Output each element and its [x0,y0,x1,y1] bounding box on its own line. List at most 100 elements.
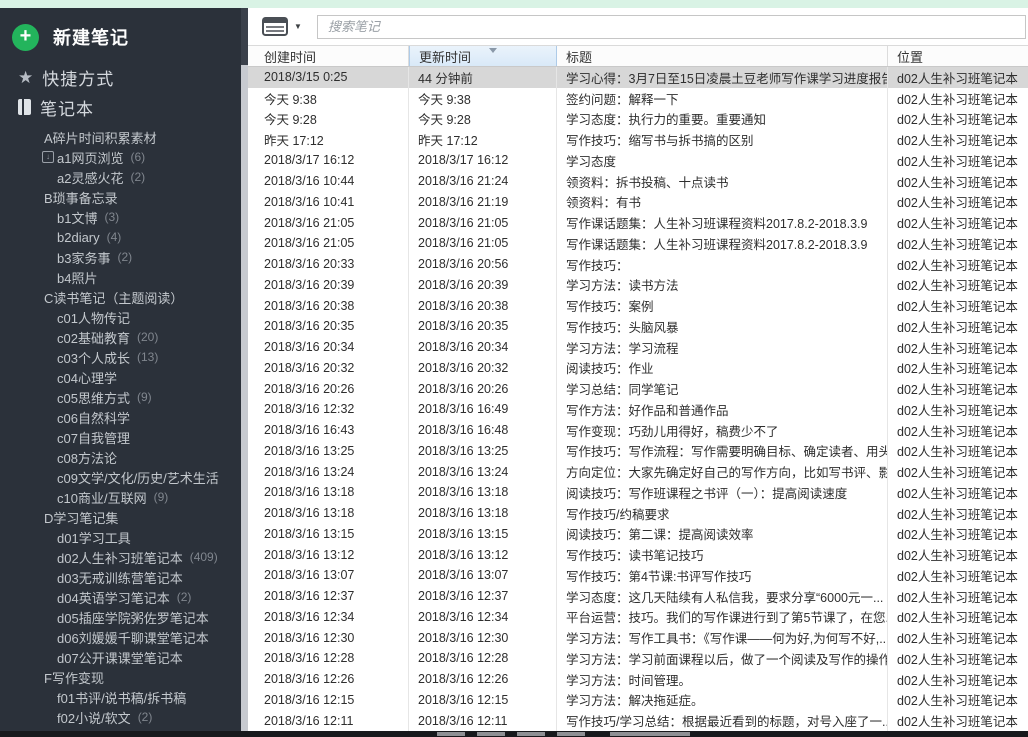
note-row[interactable]: 2018/3/16 12:11 2018/3/16 12:11 写作技巧/学习总… [248,710,1028,731]
sidebar-notebook-item[interactable]: ↓ c02基础教育 (20) [0,327,248,347]
sidebar-notebook-item[interactable]: ↓ f02小说/软文 (2) [0,707,248,727]
note-row[interactable]: 2018/3/16 13:07 2018/3/16 13:07 写作技巧：第4节… [248,565,1028,586]
created-cell: 2018/3/16 12:32 [248,399,409,420]
notebook-tree: ↓ A碎片时间积累素材 ↓ a1网页浏览 (6) ↓ a2灵感火花 (2) ↓ … [0,127,248,731]
sidebar-notebook-item[interactable]: ↓ d06刘媛媛千聊课堂笔记本 [0,627,248,647]
updated-cell: 2018/3/16 20:56 [409,253,557,275]
note-row[interactable]: 2018/3/16 21:05 2018/3/16 21:05 写作课话题集：人… [248,212,1028,233]
sidebar-notebook-item[interactable]: ↓ B琐事备忘录 [0,187,248,207]
title-cell: 写作技巧：写作流程：写作需要明确目标、确定读者、用头... [557,440,888,462]
column-header[interactable]: 标题 [557,46,888,66]
note-row[interactable]: 2018/3/16 20:26 2018/3/16 20:26 学习总结：同学笔… [248,378,1028,399]
title-cell: 学习心得：3月7日至15日凌晨土豆老师写作课学习进度报告 [557,67,888,88]
created-cell: 2018/3/16 13:24 [248,461,409,482]
view-switcher-button[interactable]: ▼ [262,17,302,36]
note-list-panel: ▼ 创建时间 更新时间 标题 位置 2018/3/15 0:25 44 分钟前 … [248,8,1028,731]
sidebar-notebook-item[interactable]: ↓ a1网页浏览 (6) [0,147,248,167]
note-row[interactable]: 2018/3/17 16:12 2018/3/17 16:12 学习态度 d02… [248,150,1028,171]
column-header[interactable]: 创建时间 [248,46,409,66]
notebook-label: b4照片 [57,270,98,286]
sidebar-notebook-item[interactable]: ↓ c10商业/互联网 (9) [0,487,248,507]
created-cell: 昨天 17:12 [248,129,409,150]
note-row[interactable]: 2018/3/16 20:35 2018/3/16 20:35 写作技巧：头脑风… [248,316,1028,337]
sidebar-notebook-item[interactable]: ↓ c01人物传记 [0,307,248,327]
sidebar-notebook-item[interactable]: ↓ c08方法论 [0,447,248,467]
sidebar-notebook-item[interactable]: ↓ d01学习工具 [0,527,248,547]
note-row[interactable]: 2018/3/16 12:34 2018/3/16 12:34 平台运营：技巧。… [248,606,1028,628]
note-row[interactable]: 2018/3/16 12:28 2018/3/16 12:28 学习方法：学习前… [248,648,1028,669]
sidebar-notebook-item[interactable]: ↓ d03无戒训练营笔记本 [0,567,248,587]
note-table-header: 创建时间 更新时间 标题 位置 [248,45,1028,67]
note-row[interactable]: 2018/3/16 12:15 2018/3/16 12:15 学习方法：解决拖… [248,689,1028,711]
sidebar-notebook-item[interactable]: ↓ b3家务事 (2) [0,247,248,267]
location-cell: d02人生补习班笔记本 [897,71,1018,86]
location-cell: d02人生补习班笔记本 [897,92,1018,107]
note-row[interactable]: 2018/3/16 20:34 2018/3/16 20:34 学习方法：学习流… [248,336,1028,358]
sidebar-notebook-item[interactable]: ↓ c03个人成长 (13) [0,347,248,367]
note-row[interactable]: 2018/3/16 13:18 2018/3/16 13:18 阅读技巧：写作班… [248,482,1028,503]
note-row[interactable]: 2018/3/16 13:25 2018/3/16 13:25 写作技巧：写作流… [248,440,1028,462]
note-row[interactable]: 2018/3/16 12:32 2018/3/16 16:49 写作方法：好作品… [248,399,1028,420]
sidebar-notebook-item[interactable]: ↓ f01书评/说书稿/拆书稿 [0,687,248,707]
new-note-button[interactable]: + 新建笔记 [12,20,248,54]
sidebar-notebook-item[interactable]: ↓ c06自然科学 [0,407,248,427]
updated-cell: 昨天 17:12 [409,129,557,150]
note-row[interactable]: 2018/3/16 10:44 2018/3/16 21:24 领资料：拆书投稿… [248,170,1028,192]
updated-cell: 2018/3/16 20:38 [409,295,557,316]
sidebar-item-shortcuts[interactable]: ★ 快捷方式 [0,62,248,92]
app-window: + 新建笔记 ★ 快捷方式 笔记本 ↓ A碎片时间积累素材 ↓ a1网页浏览 (… [0,8,1028,731]
sidebar-notebook-item[interactable]: ↓ c04心理学 [0,367,248,387]
updated-cell: 2018/3/16 12:26 [409,668,557,690]
note-row[interactable]: 2018/3/16 12:30 2018/3/16 12:30 学习方法：写作工… [248,627,1028,648]
notebook-count: (6) [130,150,146,164]
sidebar-notebook-item[interactable]: ↓ d05插座学院粥佐罗笔记本 [0,607,248,627]
sidebar-scrollbar-track[interactable] [241,8,248,731]
note-row[interactable]: 2018/3/16 13:15 2018/3/16 13:15 阅读技巧：第二课… [248,523,1028,545]
sidebar-notebook-item[interactable]: ↓ c07自我管理 [0,427,248,447]
note-row[interactable]: 2018/3/16 21:05 2018/3/16 21:05 写作课话题集：人… [248,233,1028,254]
column-header[interactable]: 位置 [888,46,1028,66]
title-cell: 写作技巧： [557,253,888,275]
note-row[interactable]: 今天 9:38 今天 9:38 签约问题：解释一下 d02人生补习班笔记本 [248,87,1028,109]
sidebar-notebook-item[interactable]: ↓ d04英语学习笔记本 (2) [0,587,248,607]
notebook-label: d02人生补习班笔记本 [57,550,183,566]
sidebar-notebook-item[interactable]: ↓ d02人生补习班笔记本 (409) [0,547,248,567]
note-row[interactable]: 2018/3/15 0:25 44 分钟前 学习心得：3月7日至15日凌晨土豆老… [248,67,1028,88]
notebook-label: d04英语学习笔记本 [57,590,170,606]
sidebar-notebook-item[interactable]: ↓ a2灵感火花 (2) [0,167,248,187]
note-row[interactable]: 2018/3/16 20:32 2018/3/16 20:32 阅读技巧：作业 … [248,357,1028,379]
note-row[interactable]: 2018/3/16 16:43 2018/3/16 16:48 写作变现：巧劲儿… [248,419,1028,441]
sidebar-scrollbar-thumb[interactable] [241,65,248,731]
search-input[interactable] [317,15,1025,38]
note-row[interactable]: 2018/3/16 20:33 2018/3/16 20:56 写作技巧： d0… [248,253,1028,275]
updated-cell: 44 分钟前 [409,67,557,88]
updated-cell: 2018/3/16 12:30 [409,627,557,648]
note-row[interactable]: 2018/3/16 20:38 2018/3/16 20:38 写作技巧：案例 … [248,295,1028,316]
taskbar-strip [0,731,1028,737]
sidebar-notebook-item[interactable]: ↓ b4照片 [0,267,248,287]
sidebar-notebook-item[interactable]: ↓ d07公开课课堂笔记本 [0,647,248,667]
sidebar-notebook-item[interactable]: ↓ c09文学/文化/历史/艺术生活 [0,467,248,487]
note-row[interactable]: 2018/3/16 20:39 2018/3/16 20:39 学习方法：读书方… [248,274,1028,296]
sidebar-notebook-item[interactable]: ↓ F写作变现 [0,667,248,687]
sidebar-notebook-item[interactable]: ↓ b2diary (4) [0,227,248,247]
sidebar-notebook-item[interactable]: ↓ D学习笔记集 [0,507,248,527]
updated-cell: 2018/3/16 12:11 [409,710,557,731]
note-row[interactable]: 2018/3/16 12:26 2018/3/16 12:26 学习方法：时间管… [248,668,1028,690]
note-row[interactable]: 2018/3/16 12:37 2018/3/16 12:37 学习态度：这几天… [248,585,1028,607]
taskbar-segment [477,732,505,736]
note-row[interactable]: 2018/3/16 13:18 2018/3/16 13:18 写作技巧/约稿要… [248,502,1028,524]
sidebar-notebook-item[interactable]: ↓ b1文博 (3) [0,207,248,227]
note-row[interactable]: 昨天 17:12 昨天 17:12 写作技巧：缩写书与拆书搞的区别 d02人生补… [248,129,1028,150]
created-cell: 2018/3/16 10:41 [248,191,409,213]
sidebar-item-notebooks[interactable]: 笔记本 [0,92,248,122]
sidebar-notebook-item[interactable]: ↓ A碎片时间积累素材 [0,127,248,147]
note-row[interactable]: 今天 9:28 今天 9:28 学习态度：执行力的重要。重要通知 d02人生补习… [248,108,1028,130]
sidebar-notebook-item[interactable]: ↓ c05思维方式 (9) [0,387,248,407]
note-row[interactable]: 2018/3/16 10:41 2018/3/16 21:19 领资料：有书 d… [248,191,1028,213]
column-header[interactable]: 更新时间 [409,46,557,66]
title-cell: 阅读技巧：作业 [557,357,888,379]
note-row[interactable]: 2018/3/16 13:24 2018/3/16 13:24 方向定位：大家先… [248,461,1028,482]
sidebar-notebook-item[interactable]: ↓ C读书笔记（主题阅读） [0,287,248,307]
note-row[interactable]: 2018/3/16 13:12 2018/3/16 13:12 写作技巧：读书笔… [248,544,1028,565]
